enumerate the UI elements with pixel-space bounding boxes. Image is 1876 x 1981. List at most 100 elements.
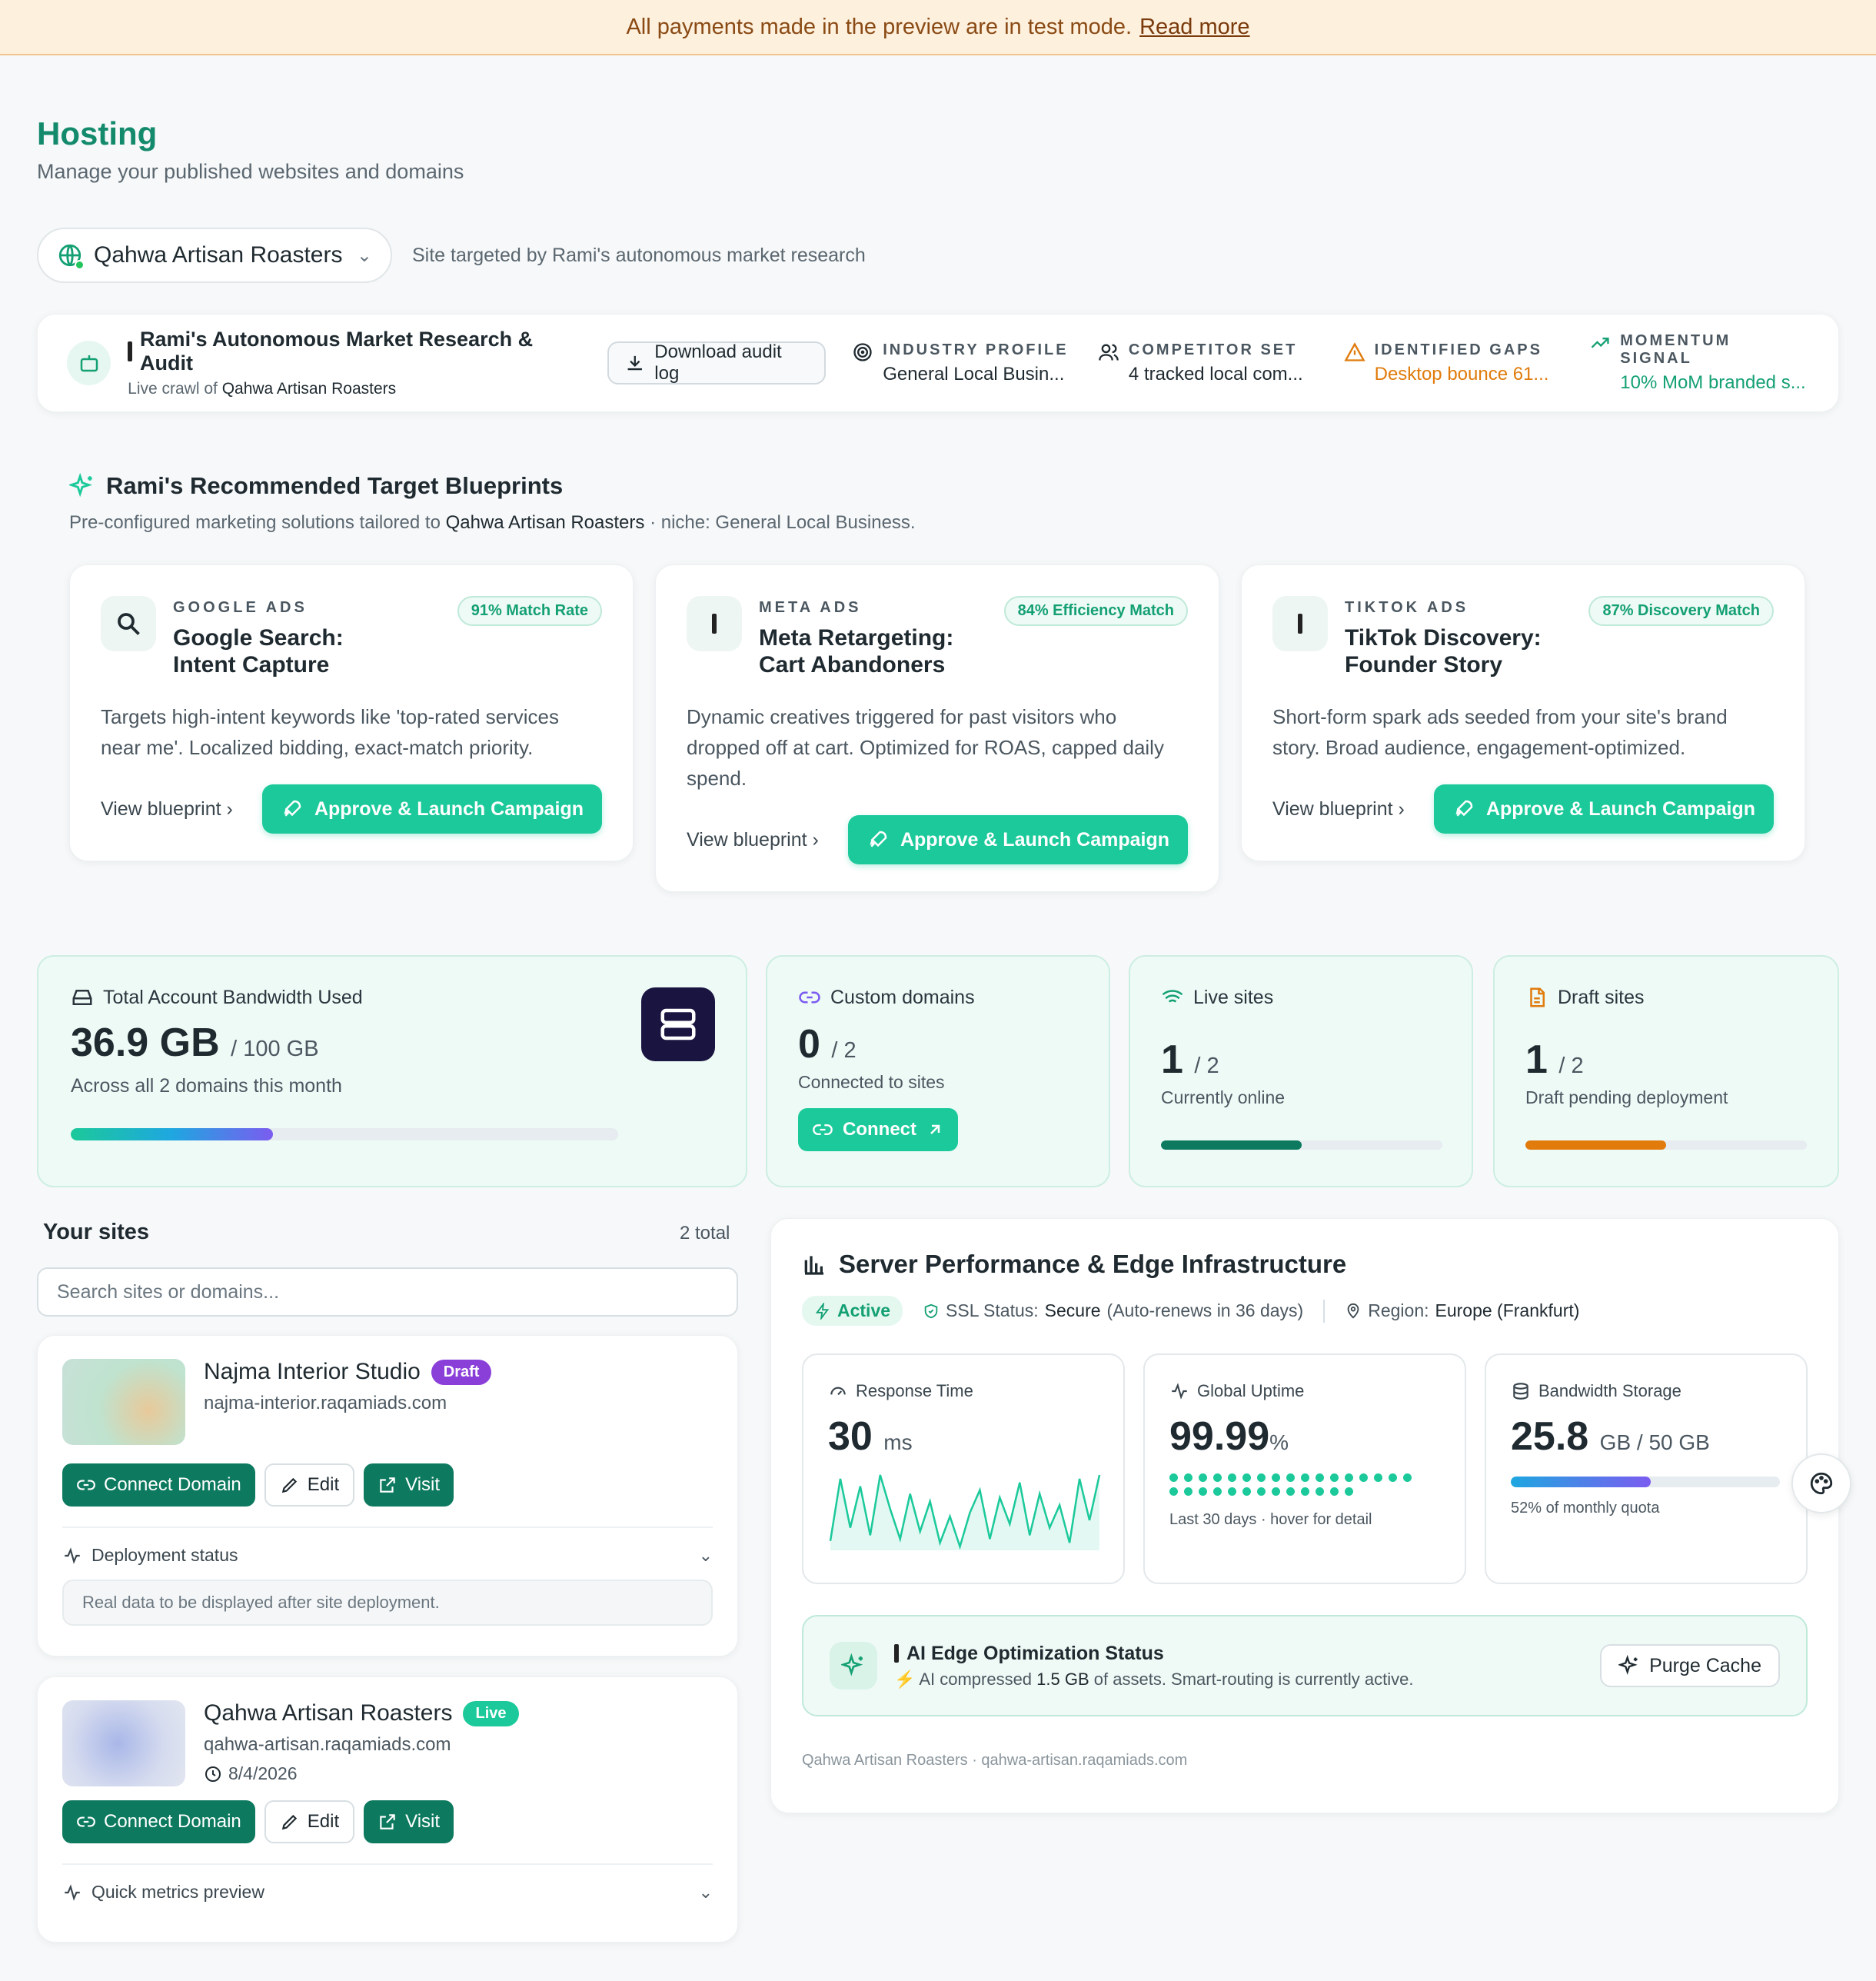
ssl-value: Secure [1044,1300,1101,1320]
approve-launch-button[interactable]: Approve & Launch Campaign [1433,784,1774,834]
uptime-day-dot[interactable] [1199,1487,1207,1496]
domains-value: 0 / 2 [798,1021,1078,1067]
view-blueprint-link[interactable]: View blueprint › [687,829,819,851]
uptime-day-dot[interactable] [1316,1473,1324,1482]
site-thumbnail[interactable] [62,1359,185,1445]
connect-domain-button[interactable]: Connect Domain [62,1800,255,1843]
status-badge: Draft [431,1359,492,1385]
response-time-card: Response Time 30 ms [802,1353,1125,1584]
uptime-day-dot[interactable] [1330,1487,1339,1496]
uptime-value: 99.99 [1169,1414,1270,1459]
clock-icon [205,1766,221,1782]
visit-button[interactable]: Visit [364,1463,454,1507]
users-icon [1099,344,1119,361]
ai-sub-suffix: of assets. Smart-routing is currently ac… [1093,1669,1414,1689]
live-total: / 2 [1194,1054,1219,1078]
sparkline-area [830,1475,1099,1550]
bar-chart-icon [804,1256,823,1275]
uptime-day-dot[interactable] [1257,1487,1266,1496]
chevron-down-icon: ⌄ [698,1882,713,1902]
site-name[interactable]: Qahwa Artisan Roasters [204,1700,452,1726]
view-blueprint-link[interactable]: View blueprint › [101,798,233,821]
uptime-day-dot[interactable] [1286,1473,1295,1482]
uptime-day-dot[interactable] [1169,1473,1178,1482]
uptime-day-dot[interactable] [1316,1487,1324,1496]
approve-launch-button[interactable]: Approve & Launch Campaign [261,784,602,834]
visit-button[interactable]: Visit [364,1800,454,1843]
uptime-day-dot[interactable] [1301,1473,1309,1482]
launch-label: Approve & Launch Campaign [1485,797,1755,820]
bolt-icon: ⚡ [894,1669,916,1689]
view-blueprint-link[interactable]: View blueprint › [1272,798,1405,821]
stat-label: Total Account Bandwidth Used [103,986,363,1008]
gauge-icon [830,1387,846,1396]
uptime-day-dot[interactable] [1213,1473,1222,1482]
warning-icon [1343,341,1365,361]
uptime-day-dot[interactable] [1286,1487,1295,1496]
uptime-day-dot[interactable] [1272,1487,1280,1496]
uptime-day-dot[interactable] [1330,1473,1339,1482]
uptime-day-dot[interactable] [1374,1473,1382,1482]
palette-button[interactable] [1791,1453,1851,1513]
edit-button[interactable]: Edit [264,1800,355,1843]
site-name[interactable]: Najma Interior Studio [204,1359,421,1385]
link-icon [813,1124,833,1135]
purge-cache-button[interactable]: Purge Cache [1600,1644,1780,1687]
deployment-note: Real data to be displayed after site dep… [62,1580,713,1626]
uptime-day-dot[interactable] [1257,1473,1266,1482]
link-icon [77,1816,95,1827]
uptime-day-dots[interactable] [1169,1473,1440,1496]
metric-value: 10% MoM branded s... [1620,372,1806,393]
bp-match-badge: 91% Match Rate [457,596,602,626]
uptime-day-dot[interactable] [1301,1487,1309,1496]
target-icon [853,342,872,361]
uptime-day-dot[interactable] [1272,1473,1280,1482]
page-title: Hosting [37,115,158,151]
uptime-day-dot[interactable] [1228,1473,1236,1482]
trending-up-icon [1591,338,1609,348]
metric-value: General Local Busin... [883,363,1065,385]
quick-metrics-toggle[interactable]: Quick metrics preview ⌄ [62,1882,713,1903]
connect-label: Connect [843,1119,916,1140]
bp-sub-site: Qahwa Artisan Roasters [445,512,645,533]
site-date: 8/4/2026 [228,1763,298,1783]
connect-domain-button[interactable]: Connect Domain [62,1463,255,1507]
uptime-day-dot[interactable] [1359,1473,1368,1482]
uptime-day-dot[interactable] [1199,1473,1207,1482]
read-more-link[interactable]: Read more [1139,15,1249,40]
bandwidth-value: 36.9 GB / 100 GB [71,1020,713,1066]
approve-launch-button[interactable]: Approve & Launch Campaign [847,815,1188,864]
uptime-day-dot[interactable] [1242,1487,1251,1496]
connect-button[interactable]: Connect [798,1108,958,1151]
site-selector[interactable]: Qahwa Artisan Roasters ⌄ [37,228,392,283]
uptime-day-dot[interactable] [1184,1473,1192,1482]
launch-label: Approve & Launch Campaign [314,797,584,820]
stat-label: Live sites [1193,986,1274,1008]
uptime-day-dot[interactable] [1389,1473,1397,1482]
download-audit-log-button[interactable]: Download audit log [607,341,827,385]
storage-progress-fill [1511,1477,1651,1487]
edit-button[interactable]: Edit [264,1463,355,1507]
bandwidth-note: Across all 2 domains this month [71,1075,342,1097]
uptime-day-dot[interactable] [1184,1487,1192,1496]
search-input[interactable]: Search sites or domains... [37,1267,738,1317]
collapse-label: Deployment status [91,1545,238,1565]
uptime-day-dot[interactable] [1213,1487,1222,1496]
deployment-status-toggle[interactable]: Deployment status ⌄ [62,1545,713,1566]
live-note: Currently online [1161,1087,1286,1107]
uptime-day-dot[interactable] [1345,1487,1353,1496]
uptime-day-dot[interactable] [1169,1487,1178,1496]
uptime-day-dot[interactable] [1345,1473,1353,1482]
sparkles-icon [69,473,92,498]
site-thumbnail[interactable] [62,1700,185,1786]
uptime-day-dot[interactable] [1403,1473,1412,1482]
ai-title: AI Edge Optimization Status [906,1642,1164,1664]
uptime-day-dot[interactable] [1228,1487,1236,1496]
visit-label: Visit [405,1474,441,1495]
pencil-icon [281,1477,297,1493]
server-performance-panel: Server Performance & Edge Infrastructure… [770,1218,1839,1813]
draft-value: 1 / 2 [1525,1037,1807,1083]
uptime-day-dot[interactable] [1242,1473,1251,1482]
perf-title: Server Performance & Edge Infrastructure [839,1250,1347,1278]
metric-competitors: COMPETITOR SET 4 tracked local com... [1098,341,1318,385]
